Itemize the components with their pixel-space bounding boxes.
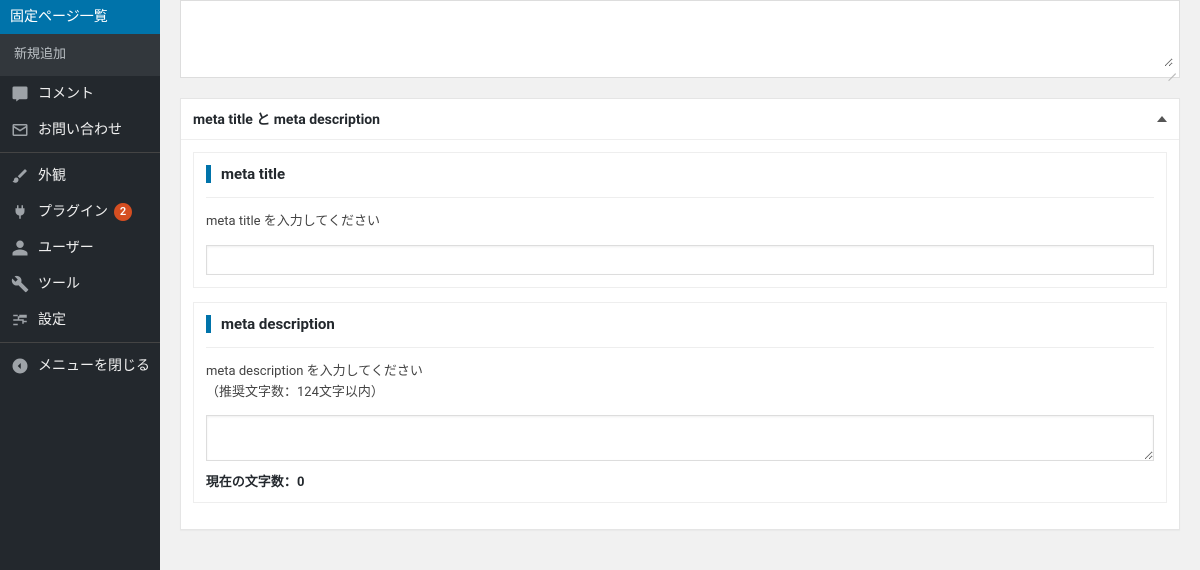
postbox-inside: meta title meta title を入力してください meta des… — [181, 140, 1179, 529]
sidebar-item-label: ユーザー — [38, 239, 94, 257]
admin-sidebar: 固定ページ一覧 新規追加 コメント お問い合わせ 外観 — [0, 0, 160, 570]
sidebar-item-appearance[interactable]: 外観 — [0, 158, 160, 194]
sidebar-item-label: メニューを閉じる — [38, 357, 150, 375]
meta-description-textarea[interactable] — [206, 415, 1154, 461]
char-count-value: 0 — [297, 475, 304, 490]
sidebar-item-label: 固定ページ一覧 — [10, 8, 108, 26]
sidebar-submenu-add-new[interactable]: 新規追加 — [0, 40, 160, 70]
meta-postbox: meta title と meta description meta title… — [180, 98, 1180, 530]
sidebar-item-tools[interactable]: ツール — [0, 266, 160, 302]
help-line-2: （推奨文字数：124文字以内） — [206, 385, 384, 400]
meta-description-help: meta description を入力してください （推奨文字数：124文字以… — [206, 362, 1154, 404]
wrench-icon — [10, 274, 30, 294]
sidebar-item-pages-current[interactable]: 固定ページ一覧 — [0, 0, 160, 34]
meta-description-heading: meta description — [206, 315, 1154, 333]
sidebar-submenu-pages: 新規追加 — [0, 34, 160, 76]
top-textarea-container — [180, 0, 1180, 78]
sidebar-item-label: ツール — [38, 275, 80, 293]
char-count-line: 現在の文字数：0 — [206, 471, 1154, 490]
meta-title-heading: meta title — [206, 165, 1154, 183]
postbox-title: meta title と meta description — [193, 109, 380, 129]
user-icon — [10, 238, 30, 258]
meta-title-input[interactable] — [206, 245, 1154, 275]
postbox-header[interactable]: meta title と meta description — [181, 99, 1179, 140]
envelope-icon — [10, 120, 30, 140]
divider — [206, 197, 1154, 198]
sidebar-item-label: 外観 — [38, 167, 66, 185]
sidebar-item-label: お問い合わせ — [38, 121, 122, 139]
update-count-badge: 2 — [114, 203, 132, 221]
divider — [206, 347, 1154, 348]
brush-icon — [10, 166, 30, 186]
collapse-icon — [10, 356, 30, 376]
sidebar-item-label: コメント — [38, 85, 94, 103]
sidebar-item-label: プラグイン — [38, 203, 108, 221]
sidebar-separator — [0, 338, 160, 343]
meta-title-help: meta title を入力してください — [206, 212, 1154, 233]
sidebar-item-settings[interactable]: 設定 — [0, 302, 160, 338]
content-textarea[interactable] — [187, 7, 1173, 67]
collapse-toggle-icon[interactable] — [1157, 116, 1167, 122]
main-content: meta title と meta description meta title… — [160, 0, 1200, 570]
sidebar-submenu-label: 新規追加 — [14, 47, 66, 62]
sidebar-item-contact[interactable]: お問い合わせ — [0, 112, 160, 148]
meta-description-block: meta description meta description を入力してく… — [193, 302, 1167, 504]
sidebar-item-users[interactable]: ユーザー — [0, 230, 160, 266]
help-line-1: meta description を入力してください — [206, 364, 423, 379]
sliders-icon — [10, 310, 30, 330]
sidebar-separator — [0, 148, 160, 153]
meta-title-block: meta title meta title を入力してください — [193, 152, 1167, 288]
plug-icon — [10, 202, 30, 222]
sidebar-item-label: 設定 — [38, 311, 66, 329]
char-count-label: 現在の文字数： — [206, 475, 297, 490]
comment-icon — [10, 84, 30, 104]
sidebar-item-plugins[interactable]: プラグイン 2 — [0, 194, 160, 230]
sidebar-item-collapse[interactable]: メニューを閉じる — [0, 348, 160, 384]
sidebar-item-comments[interactable]: コメント — [0, 76, 160, 112]
